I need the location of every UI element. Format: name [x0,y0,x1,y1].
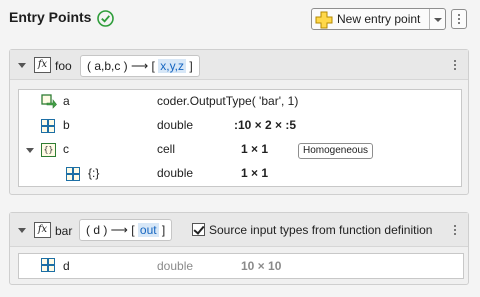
entry-point-bar-header: fx bar ( d ) ⟶ [ out ] Source input type… [10,213,468,247]
button-divider [429,9,430,29]
input-name: d [63,259,70,273]
matrix-icon [66,167,80,181]
input-type[interactable]: double [157,118,193,132]
function-name-bar: bar [55,224,73,238]
input-name: b [63,118,70,132]
entry-point-foo-panel: fx foo ( a,b,c ) ⟶ [ x,y,z ] a coder.Out… [9,49,469,195]
source-input-types-label[interactable]: Source input types from function definit… [209,223,432,237]
new-entry-point-button[interactable]: New entry point [311,8,446,30]
more-options-icon [458,14,460,26]
new-entry-point-label: New entry point [337,12,421,26]
signature-inputs: ( a,b,c ) ⟶ [ [87,59,155,73]
signature-close: ] [189,59,193,73]
input-size[interactable]: 1 × 1 [241,166,268,180]
table-row[interactable]: a coder.OutputType( 'bar', 1) [19,90,461,114]
input-type: double [157,259,194,273]
entry-point-bar-panel: fx bar ( d ) ⟶ [ out ] Source input type… [9,212,469,285]
input-size: 10 × 10 [241,259,282,273]
page-title: Entry Points [9,9,92,25]
function-signature-foo[interactable]: ( a,b,c ) ⟶ [ x,y,z ] [80,55,200,77]
input-type[interactable]: coder.OutputType( 'bar', 1) [157,94,298,108]
table-row[interactable]: {} c cell 1 × 1 Homogeneous [19,138,461,162]
signature-outputs: x,y,z [158,59,187,73]
input-name: c [63,142,69,156]
table-row[interactable]: d double 10 × 10 [19,254,463,278]
matrix-icon [41,119,55,133]
more-options-icon[interactable] [454,60,456,72]
expand-caret-icon[interactable] [26,148,34,153]
matrix-icon [41,258,55,272]
signature-outputs: out [137,223,159,237]
entry-point-foo-header: fx foo ( a,b,c ) ⟶ [ x,y,z ] [10,50,468,80]
homogeneous-badge[interactable]: Homogeneous [298,143,374,159]
chevron-down-icon[interactable] [431,9,445,29]
function-name-foo: foo [55,59,72,73]
input-types-table-bar: d double 10 × 10 [18,253,464,279]
input-type[interactable]: cell [157,142,175,156]
collapse-caret-icon[interactable] [18,228,26,233]
input-size[interactable]: 1 × 1 [241,142,268,156]
input-types-table-foo: a coder.OutputType( 'bar', 1) b double :… [18,89,462,187]
signature-close: ] [161,223,166,237]
header-options-menu-button[interactable] [451,9,467,29]
cell-array-icon: {} [41,143,56,157]
more-options-icon[interactable] [454,225,456,237]
source-input-types-checkbox[interactable] [192,223,205,236]
input-size[interactable]: :10 × 2 × :5 [234,118,296,132]
collapse-caret-icon[interactable] [18,63,26,68]
input-type[interactable]: double [157,166,193,180]
table-row[interactable]: {:} double 1 × 1 [19,162,461,186]
function-signature-bar[interactable]: ( d ) ⟶ [ out ] [79,219,173,241]
function-icon: fx [34,57,51,73]
input-name: {:} [88,166,100,180]
add-icon [315,11,333,29]
signature-inputs: ( d ) ⟶ [ [86,223,135,237]
table-row[interactable]: b double :10 × 2 × :5 [19,114,461,138]
check-circle-icon [97,10,114,27]
input-name: a [63,94,70,108]
function-icon: fx [34,222,51,238]
output-type-icon [41,94,57,109]
